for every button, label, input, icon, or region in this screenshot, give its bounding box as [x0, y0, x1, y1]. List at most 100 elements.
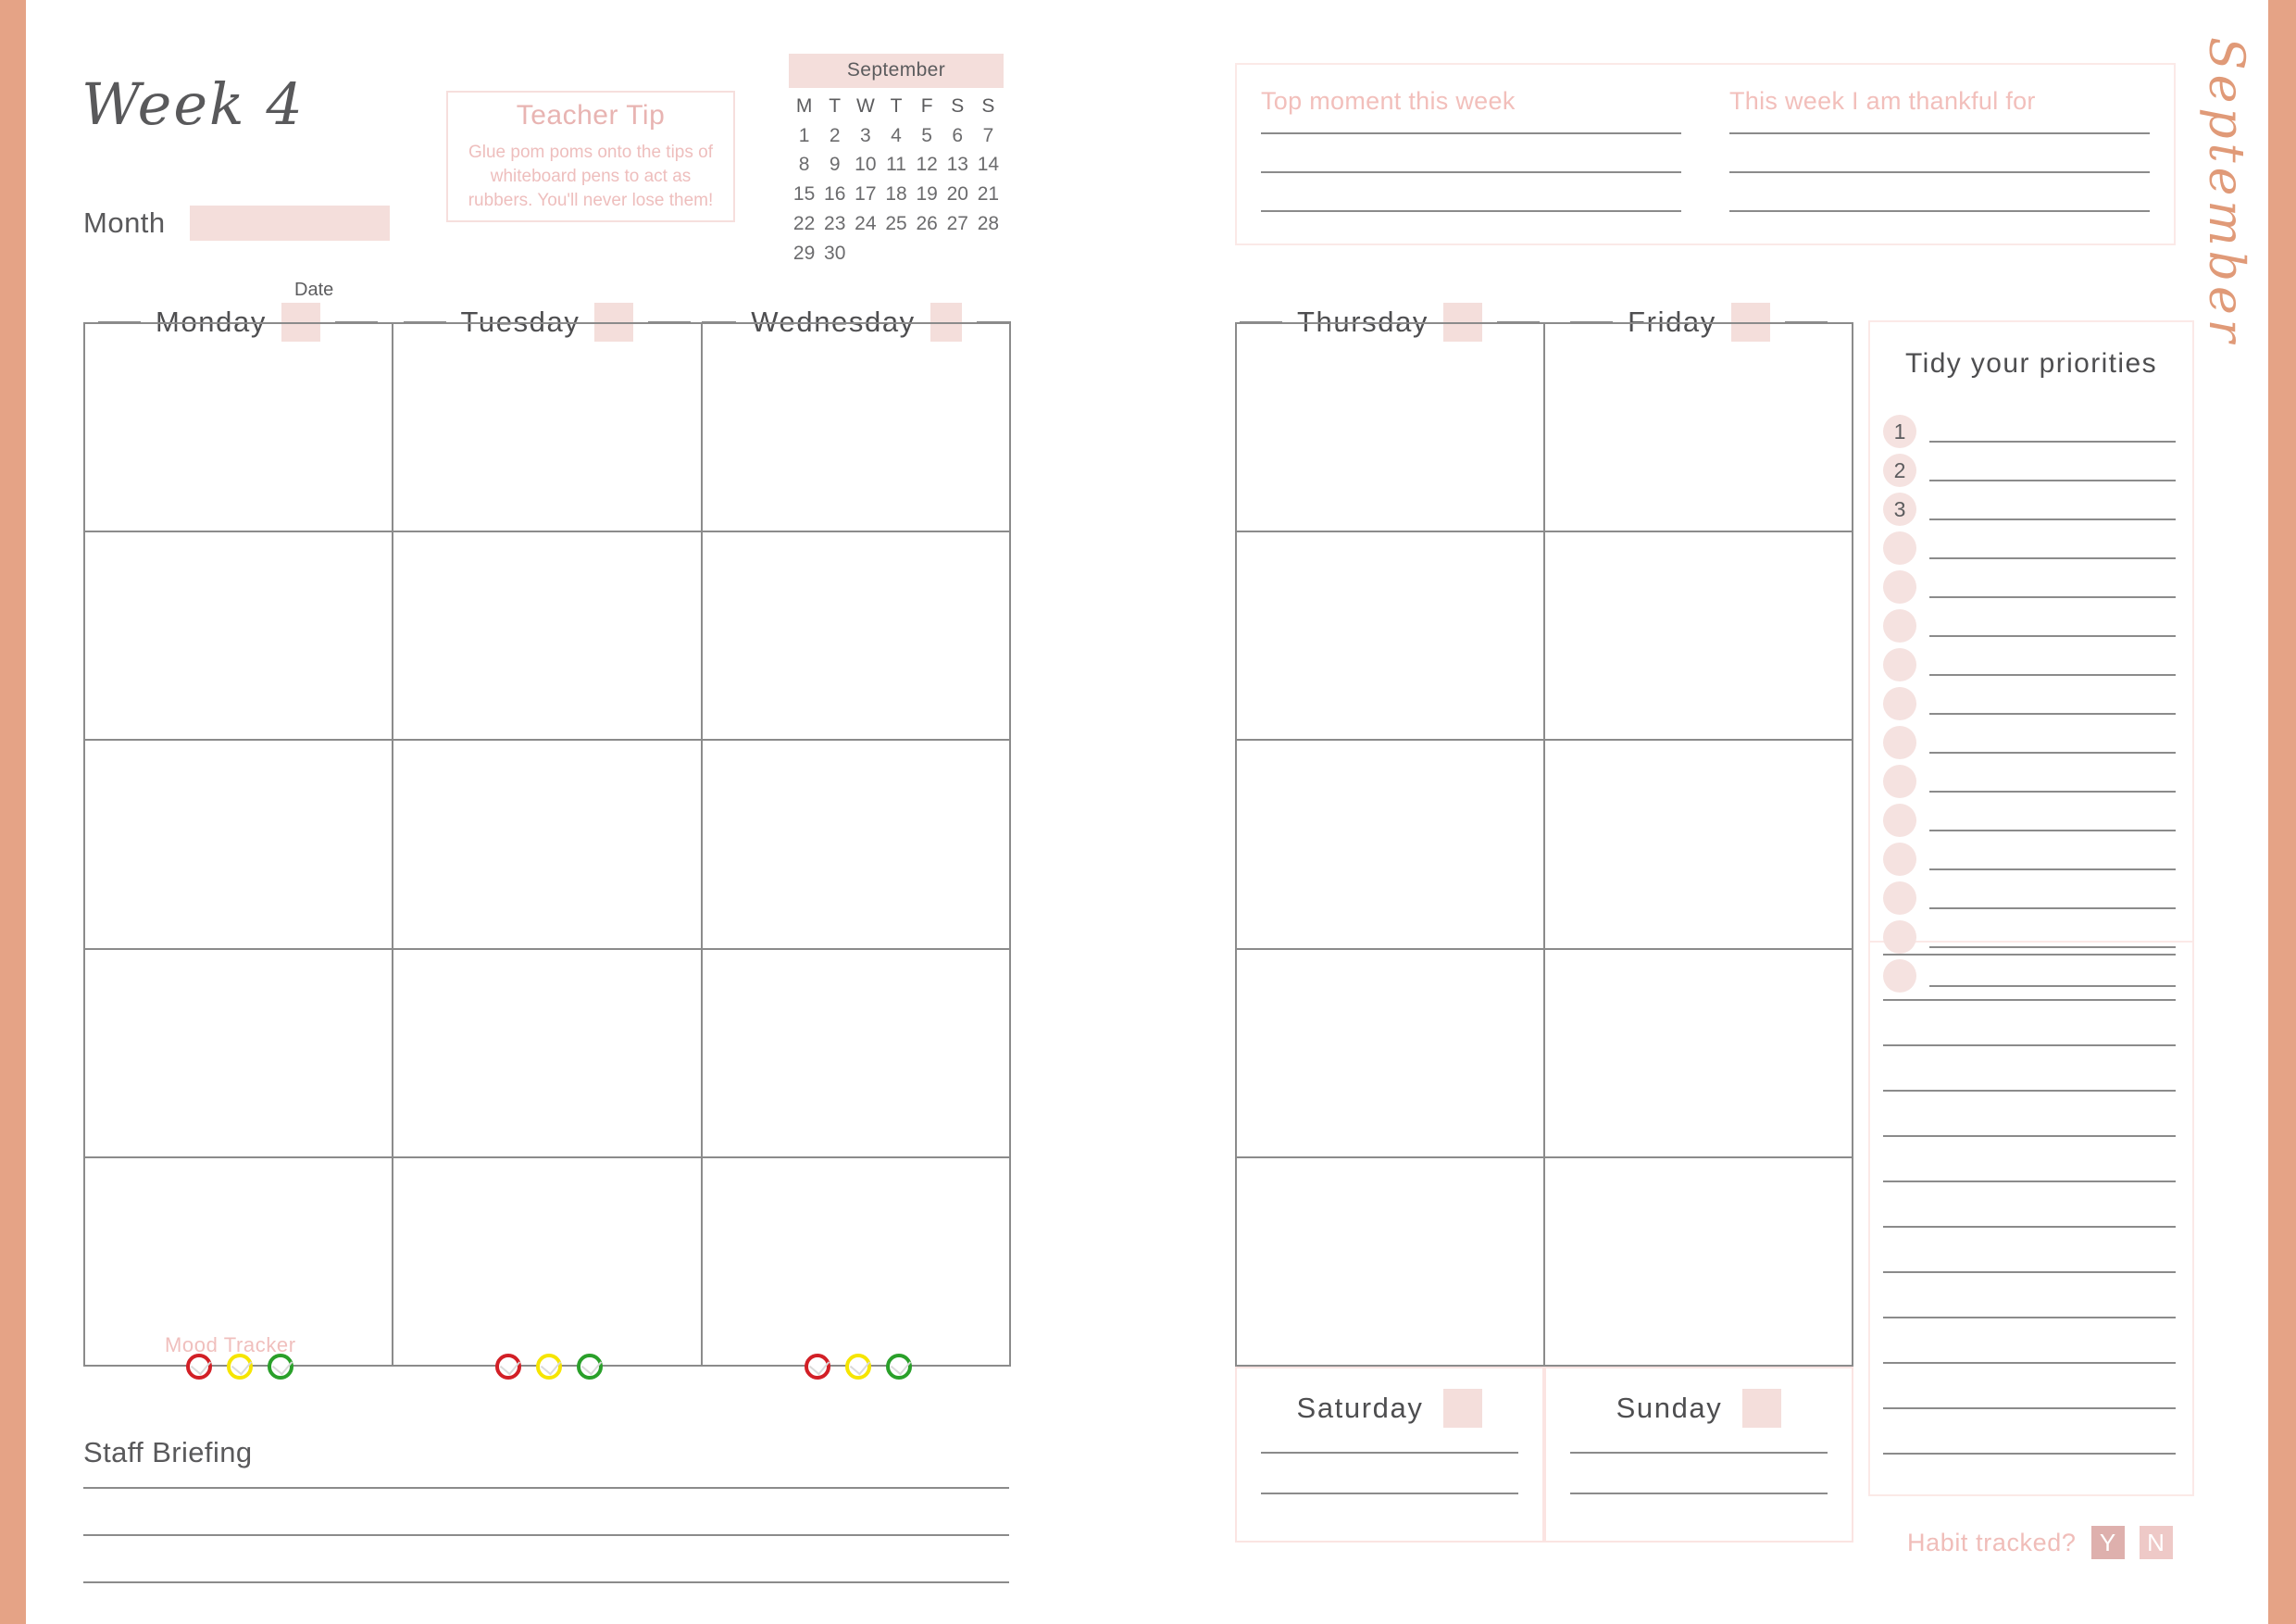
write-line[interactable]	[83, 1534, 1009, 1536]
habit-yes-button[interactable]: Y	[2090, 1526, 2125, 1559]
planner-cell[interactable]	[1237, 741, 1545, 950]
planner-cell[interactable]	[1545, 324, 1853, 533]
calendar-day[interactable]: 9	[819, 152, 850, 178]
mood-dot-green[interactable]	[886, 1354, 912, 1380]
calendar-day[interactable]: 27	[942, 211, 973, 237]
calendar-day[interactable]: 6	[942, 123, 973, 149]
write-line[interactable]	[1929, 830, 2176, 831]
calendar-day[interactable]: 16	[819, 181, 850, 207]
priority-bullet[interactable]	[1883, 843, 1916, 876]
write-line[interactable]	[1929, 596, 2176, 598]
write-line[interactable]	[83, 1487, 1009, 1489]
priority-item[interactable]	[1883, 715, 2176, 759]
priority-bullet[interactable]	[1883, 881, 1916, 915]
priority-item[interactable]	[1883, 793, 2176, 837]
planner-cell[interactable]	[702, 324, 1011, 533]
habit-no-button[interactable]: N	[2139, 1526, 2173, 1559]
calendar-day[interactable]: 18	[880, 181, 911, 207]
mood-dot-yellow[interactable]	[227, 1354, 253, 1380]
write-line[interactable]	[1883, 1044, 2176, 1046]
write-line[interactable]	[1883, 999, 2176, 1001]
mood-dot-yellow[interactable]	[536, 1354, 562, 1380]
write-line[interactable]	[1883, 1317, 2176, 1318]
priority-item[interactable]	[1883, 598, 2176, 643]
calendar-day[interactable]: 22	[789, 211, 819, 237]
calendar-day[interactable]: 21	[973, 181, 1004, 207]
sunday-lines[interactable]	[1570, 1452, 1828, 1494]
write-line[interactable]	[1929, 791, 2176, 793]
calendar-day[interactable]: 26	[912, 211, 942, 237]
calendar-day[interactable]: 13	[942, 152, 973, 178]
priority-item[interactable]	[1883, 637, 2176, 681]
saturday-date-input[interactable]	[1443, 1389, 1483, 1428]
priority-bullet[interactable]	[1883, 804, 1916, 837]
calendar-day[interactable]: 2	[819, 123, 850, 149]
calendar-day[interactable]: 25	[880, 211, 911, 237]
calendar-day[interactable]: 5	[912, 123, 942, 149]
priority-bullet[interactable]	[1883, 648, 1916, 681]
write-line[interactable]	[1929, 713, 2176, 715]
calendar-day[interactable]: 19	[912, 181, 942, 207]
planner-cell[interactable]	[1237, 532, 1545, 742]
mood-dot-red[interactable]	[805, 1354, 830, 1380]
planner-cell[interactable]	[85, 532, 394, 742]
mood-dot-yellow[interactable]	[845, 1354, 871, 1380]
mood-dot-red[interactable]	[186, 1354, 212, 1380]
planner-cell[interactable]	[85, 324, 394, 533]
write-line[interactable]	[83, 1581, 1009, 1583]
sunday-date-input[interactable]	[1742, 1389, 1782, 1428]
priority-item[interactable]	[1883, 520, 2176, 565]
planner-cell[interactable]	[1545, 1157, 1853, 1367]
calendar-day[interactable]: 23	[819, 211, 850, 237]
write-line[interactable]	[1883, 1407, 2176, 1409]
staff-briefing-lines[interactable]	[83, 1487, 1009, 1624]
write-line[interactable]	[1883, 1362, 2176, 1364]
write-line[interactable]	[1929, 907, 2176, 909]
write-line[interactable]	[1929, 441, 2176, 443]
write-line[interactable]	[1261, 210, 1681, 212]
planner-cell[interactable]	[702, 532, 1011, 742]
priorities-extra-lines[interactable]	[1870, 954, 2192, 1455]
calendar-day[interactable]: 28	[973, 211, 1004, 237]
calendar-day[interactable]: 24	[850, 211, 880, 237]
calendar-day[interactable]: 15	[789, 181, 819, 207]
calendar-day[interactable]: 12	[912, 152, 942, 178]
planner-cell[interactable]	[1545, 741, 1853, 950]
priority-bullet[interactable]	[1883, 531, 1916, 565]
planner-cell[interactable]	[85, 741, 394, 950]
priority-item[interactable]	[1883, 831, 2176, 876]
calendar-day[interactable]: 17	[850, 181, 880, 207]
write-line[interactable]	[1570, 1493, 1828, 1494]
priority-bullet[interactable]: 1	[1883, 415, 1916, 448]
write-line[interactable]	[1729, 210, 2150, 212]
write-line[interactable]	[1729, 171, 2150, 173]
write-line[interactable]	[1570, 1452, 1828, 1454]
priority-bullet[interactable]	[1883, 570, 1916, 604]
write-line[interactable]	[1883, 1181, 2176, 1182]
planner-cell[interactable]	[702, 949, 1011, 1158]
priority-bullet[interactable]	[1883, 609, 1916, 643]
planner-cell[interactable]	[393, 324, 703, 533]
write-line[interactable]	[1883, 1271, 2176, 1273]
mood-dot-green[interactable]	[268, 1354, 293, 1380]
planner-cell[interactable]	[393, 949, 703, 1158]
priority-item[interactable]: 2	[1883, 443, 2176, 487]
calendar-day[interactable]: 7	[973, 123, 1004, 149]
planner-cell[interactable]	[702, 741, 1011, 950]
priority-bullet[interactable]	[1883, 726, 1916, 759]
priority-bullet[interactable]: 2	[1883, 454, 1916, 487]
calendar-day[interactable]: 30	[819, 241, 850, 267]
priority-bullet[interactable]	[1883, 765, 1916, 798]
month-input[interactable]	[189, 206, 390, 241]
write-line[interactable]	[1929, 557, 2176, 559]
write-line[interactable]	[1883, 1453, 2176, 1455]
write-line[interactable]	[1261, 1493, 1518, 1494]
calendar-day[interactable]: 11	[880, 152, 911, 178]
calendar-day[interactable]: 20	[942, 181, 973, 207]
mood-dot-green[interactable]	[577, 1354, 603, 1380]
write-line[interactable]	[1929, 635, 2176, 637]
priority-item[interactable]	[1883, 676, 2176, 720]
write-line[interactable]	[1261, 132, 1681, 134]
planner-cell[interactable]	[393, 532, 703, 742]
calendar-day[interactable]: 8	[789, 152, 819, 178]
